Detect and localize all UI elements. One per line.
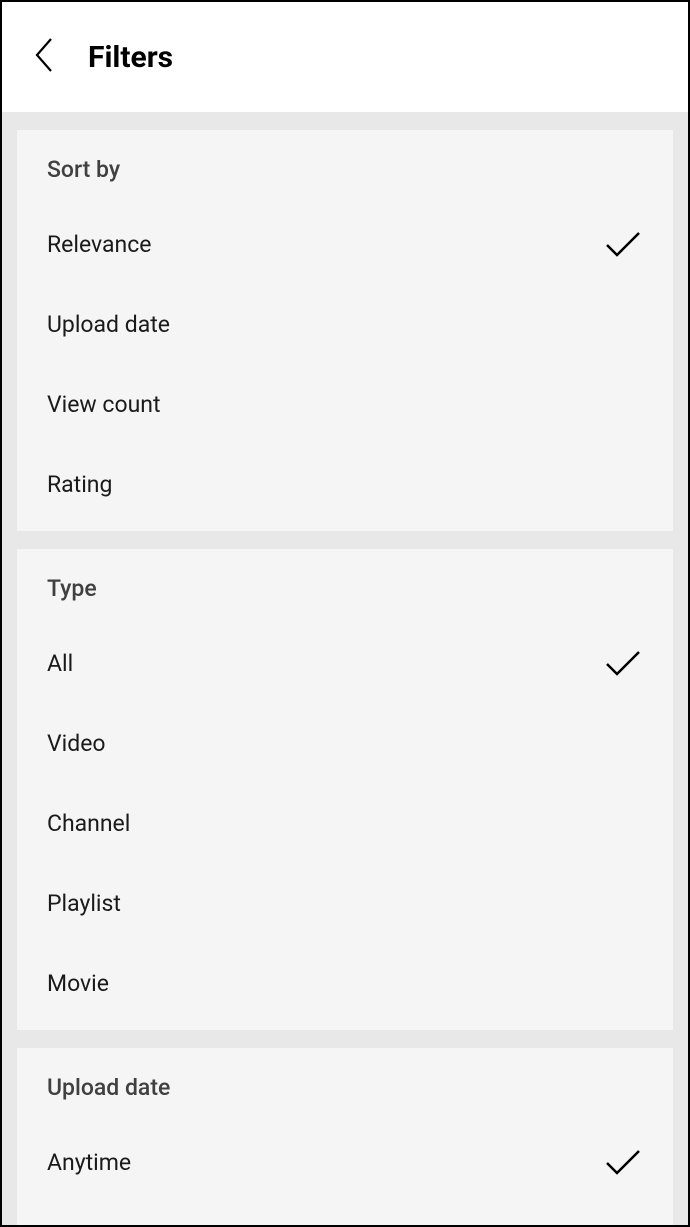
group-upload-date: Upload date Anytime Last hour (17, 1048, 673, 1225)
option-channel[interactable]: Channel (47, 800, 643, 846)
group-title: Sort by (47, 156, 643, 183)
option-label: All (47, 650, 73, 677)
option-label: Video (47, 730, 106, 757)
option-relevance[interactable]: Relevance (47, 221, 643, 267)
option-label: Channel (47, 810, 130, 837)
option-upload-date[interactable]: Upload date (47, 301, 643, 347)
check-icon (603, 229, 643, 259)
group-title: Upload date (47, 1074, 643, 1101)
option-last-hour[interactable]: Last hour (47, 1219, 643, 1225)
header: Filters (2, 2, 688, 112)
option-anytime[interactable]: Anytime (47, 1139, 643, 1185)
option-label: Rating (47, 471, 112, 498)
group-type: Type All Video Channel Playlist M (17, 549, 673, 1030)
option-rating[interactable]: Rating (47, 461, 643, 507)
option-video[interactable]: Video (47, 720, 643, 766)
option-playlist[interactable]: Playlist (47, 880, 643, 926)
group-title: Type (47, 575, 643, 602)
option-label: Upload date (47, 311, 170, 338)
chevron-left-icon (31, 35, 57, 79)
check-icon (603, 1147, 643, 1177)
option-label: Relevance (47, 231, 151, 258)
back-button[interactable] (24, 37, 64, 77)
option-label: Movie (47, 970, 109, 997)
option-movie[interactable]: Movie (47, 960, 643, 1006)
page-title: Filters (88, 40, 173, 75)
option-label: Anytime (47, 1149, 131, 1176)
option-view-count[interactable]: View count (47, 381, 643, 427)
option-all[interactable]: All (47, 640, 643, 686)
option-label: View count (47, 391, 160, 418)
check-icon (603, 648, 643, 678)
filters-content: Sort by Relevance Upload date View count… (2, 112, 688, 1225)
option-label: Playlist (47, 890, 121, 917)
group-sort-by: Sort by Relevance Upload date View count… (17, 130, 673, 531)
